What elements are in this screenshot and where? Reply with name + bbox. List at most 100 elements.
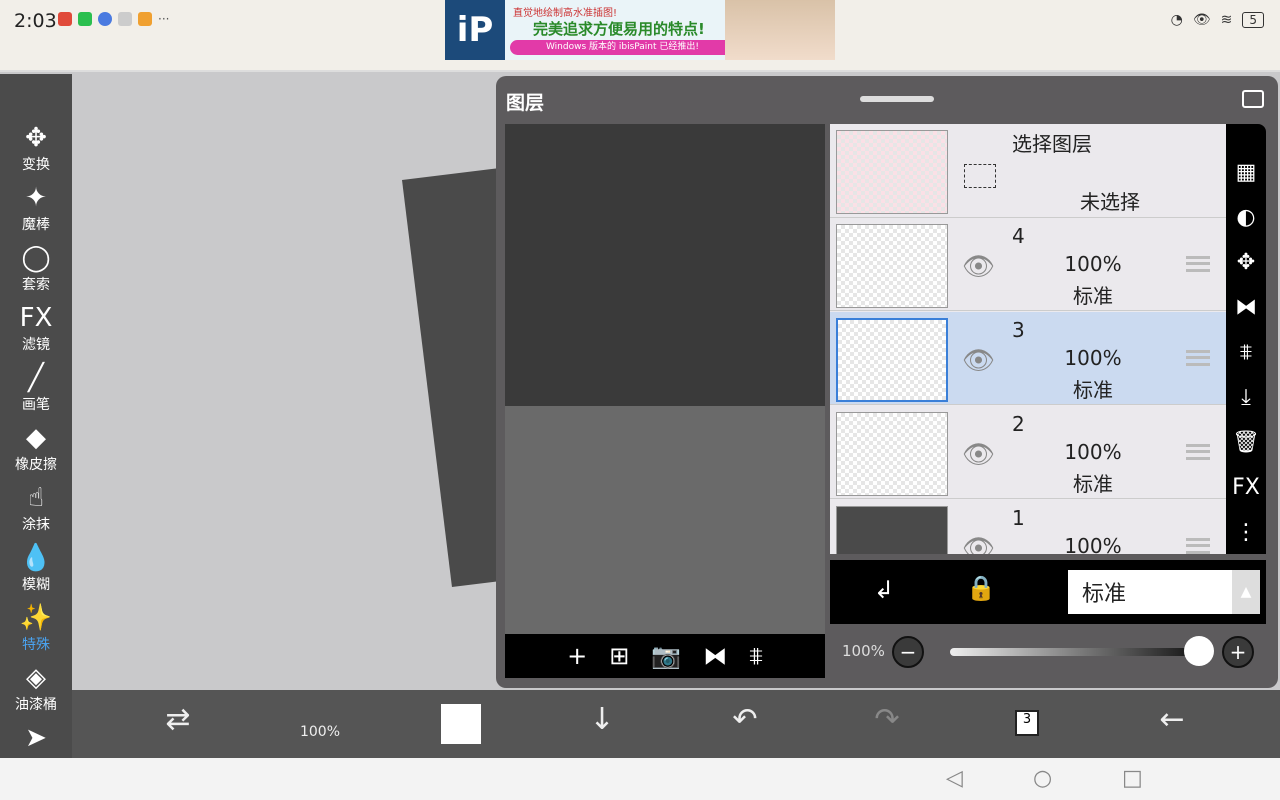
tool-模糊[interactable]: 💧 模糊: [0, 542, 72, 594]
ad-banner[interactable]: iP 直觉地绘制高水准插图! 完美追求方便易用的特点! Windows 版本的 …: [445, 0, 835, 60]
flip-horizontal-icon[interactable]: ⧓: [703, 642, 727, 670]
layer-blend-mode: 标准: [1073, 284, 1113, 308]
tool-滤镜[interactable]: FX 滤镜: [0, 302, 72, 354]
window-restore-icon[interactable]: [1242, 90, 1264, 108]
tool-select[interactable]: ➤: [0, 722, 72, 754]
opacity-slider-knob[interactable]: [1184, 636, 1214, 666]
layer-opacity: 100%: [1064, 534, 1122, 554]
tool-label: 油漆桶: [15, 697, 57, 713]
ad-line-2: 完美追求方便易用的特点!: [533, 20, 705, 38]
nav-back-icon[interactable]: ◁: [946, 766, 963, 791]
trash-icon[interactable]: 🗑: [1226, 420, 1266, 465]
tool-label: 涂抹: [22, 517, 50, 533]
panel-drag-handle[interactable]: [860, 96, 934, 102]
layer-thumbnail: [836, 318, 948, 402]
flip-vertical-icon[interactable]: ⩨: [749, 642, 763, 670]
layer-opacity: 100%: [1064, 440, 1122, 464]
tool-icon: ╱: [28, 363, 44, 393]
layer-list[interactable]: 选择图层 未选择 👁 4 100% 标准 👁 3 100% 标准 👁 2 100…: [830, 124, 1226, 554]
tool-油漆桶[interactable]: ◈ 油漆桶: [0, 662, 72, 714]
add-layer-copy-icon[interactable]: ⊞: [609, 642, 629, 670]
left-toolbar: ✥ 变换 ✦ 魔棒 ◯ 套索 FX 滤镜 ╱ 画笔 ◆ 橡皮擦 ☝ 涂抹 💧 模糊 ✨ 特殊 ◈ 油漆桶 ➤: [0, 74, 72, 758]
drag-handle-icon[interactable]: [1186, 538, 1210, 554]
tool-icon: FX: [19, 303, 53, 333]
layer-thumbnail: [836, 224, 948, 308]
opacity-plus-button[interactable]: +: [1222, 636, 1254, 668]
tool-icon: ✦: [25, 183, 47, 213]
layer-thumbnail: [836, 506, 948, 554]
layer-row-1[interactable]: 👁 1 100% 标准: [830, 500, 1226, 554]
layers-count-button[interactable]: 3: [1015, 710, 1039, 736]
tool-icon: ✥: [25, 123, 47, 153]
drag-handle-icon[interactable]: [1186, 444, 1210, 460]
selection-thumbnail: [836, 130, 948, 214]
eye-comfort-icon: 👁: [1192, 12, 1211, 28]
battery-icon: 5: [1242, 12, 1264, 28]
opacity-value: 100%: [842, 642, 885, 660]
fx-icon[interactable]: FX: [1226, 465, 1266, 510]
tool-套索[interactable]: ◯ 套索: [0, 242, 72, 294]
layer-number: 2: [1012, 412, 1025, 436]
download-arrow-icon[interactable]: ↓: [572, 702, 632, 737]
flip-horizontal-icon[interactable]: ⧓: [1226, 285, 1266, 330]
tool-icon: ☝: [28, 483, 44, 513]
tool-label: 魔棒: [22, 217, 50, 233]
layer-row-3[interactable]: 👁 3 100% 标准: [830, 312, 1226, 405]
layer-opacity: 100%: [1064, 346, 1122, 370]
tool-icon: ✨: [19, 603, 53, 633]
tool-label: 橡皮擦: [15, 457, 57, 473]
tool-icon: ➤: [25, 723, 47, 753]
checkerboard-icon[interactable]: ▦: [1226, 150, 1266, 195]
brush-size-button[interactable]: 100%: [290, 724, 350, 740]
tool-魔棒[interactable]: ✦ 魔棒: [0, 182, 72, 234]
tool-icon: ◆: [26, 423, 46, 453]
tool-画笔[interactable]: ╱ 画笔: [0, 362, 72, 414]
flip-vertical-icon[interactable]: ⩨: [1226, 330, 1266, 375]
alpha-lock-icon[interactable]: 🔒: [966, 574, 996, 602]
layer-row-2[interactable]: 👁 2 100% 标准: [830, 406, 1226, 499]
tool-icon: ◯: [21, 243, 51, 273]
nav-home-icon[interactable]: ○: [1033, 766, 1052, 791]
layer-opacity: 100%: [1064, 252, 1122, 276]
tool-涂抹[interactable]: ☝ 涂抹: [0, 482, 72, 534]
opacity-minus-button[interactable]: −: [892, 636, 924, 668]
visibility-eye-icon[interactable]: 👁: [962, 440, 995, 470]
opacity-control: 100% − +: [830, 628, 1266, 678]
ad-image: [725, 0, 835, 60]
clipping-icon[interactable]: ↲: [874, 576, 894, 604]
ad-line-3: Windows 版本的 ibisPaint 已经推出!: [510, 40, 735, 55]
system-nav-bar: ◁ ○ □: [0, 758, 1280, 800]
color-swatch[interactable]: [441, 704, 481, 744]
invert-icon[interactable]: ◐: [1226, 195, 1266, 240]
ad-line-1: 直觉地绘制高水准插图!: [513, 8, 618, 19]
tool-橡皮擦[interactable]: ◆ 橡皮擦: [0, 422, 72, 474]
tool-label: 模糊: [22, 577, 50, 593]
move-icon[interactable]: ✥: [1226, 240, 1266, 285]
camera-icon[interactable]: 📷: [651, 642, 681, 670]
tool-变换[interactable]: ✥ 变换: [0, 122, 72, 174]
swap-tool-icon[interactable]: ⇄: [148, 702, 208, 737]
selection-layer[interactable]: 选择图层 未选择: [830, 124, 1226, 218]
add-layer-icon[interactable]: +: [567, 642, 587, 670]
nav-recents-icon[interactable]: □: [1122, 766, 1143, 791]
visibility-eye-icon[interactable]: 👁: [962, 252, 995, 282]
visibility-eye-icon[interactable]: 👁: [962, 346, 995, 376]
drag-handle-icon[interactable]: [1186, 350, 1210, 366]
layer-number: 4: [1012, 224, 1025, 248]
merge-down-icon[interactable]: ⤓: [1226, 375, 1266, 420]
more-icon[interactable]: ⋮: [1226, 510, 1266, 555]
blend-mode-select[interactable]: 标准: [1068, 570, 1232, 614]
blend-bar: ↲ 🔒 标准 ▲: [830, 560, 1266, 624]
system-icons: ◔ 👁 ≋ 5: [1171, 12, 1264, 28]
opacity-slider[interactable]: [950, 648, 1200, 656]
data-speed-icon: ◔: [1170, 12, 1183, 28]
undo-icon[interactable]: ↶: [715, 702, 775, 737]
drag-handle-icon[interactable]: [1186, 256, 1210, 272]
back-arrow-icon[interactable]: ←: [1142, 702, 1202, 737]
blend-dropdown-arrow-icon[interactable]: ▲: [1232, 570, 1260, 614]
layer-row-4[interactable]: 👁 4 100% 标准: [830, 218, 1226, 311]
tool-特殊[interactable]: ✨ 特殊: [0, 602, 72, 654]
redo-icon[interactable]: ↷: [857, 702, 917, 737]
layer-number: 3: [1012, 318, 1025, 342]
visibility-eye-icon[interactable]: 👁: [962, 534, 995, 554]
